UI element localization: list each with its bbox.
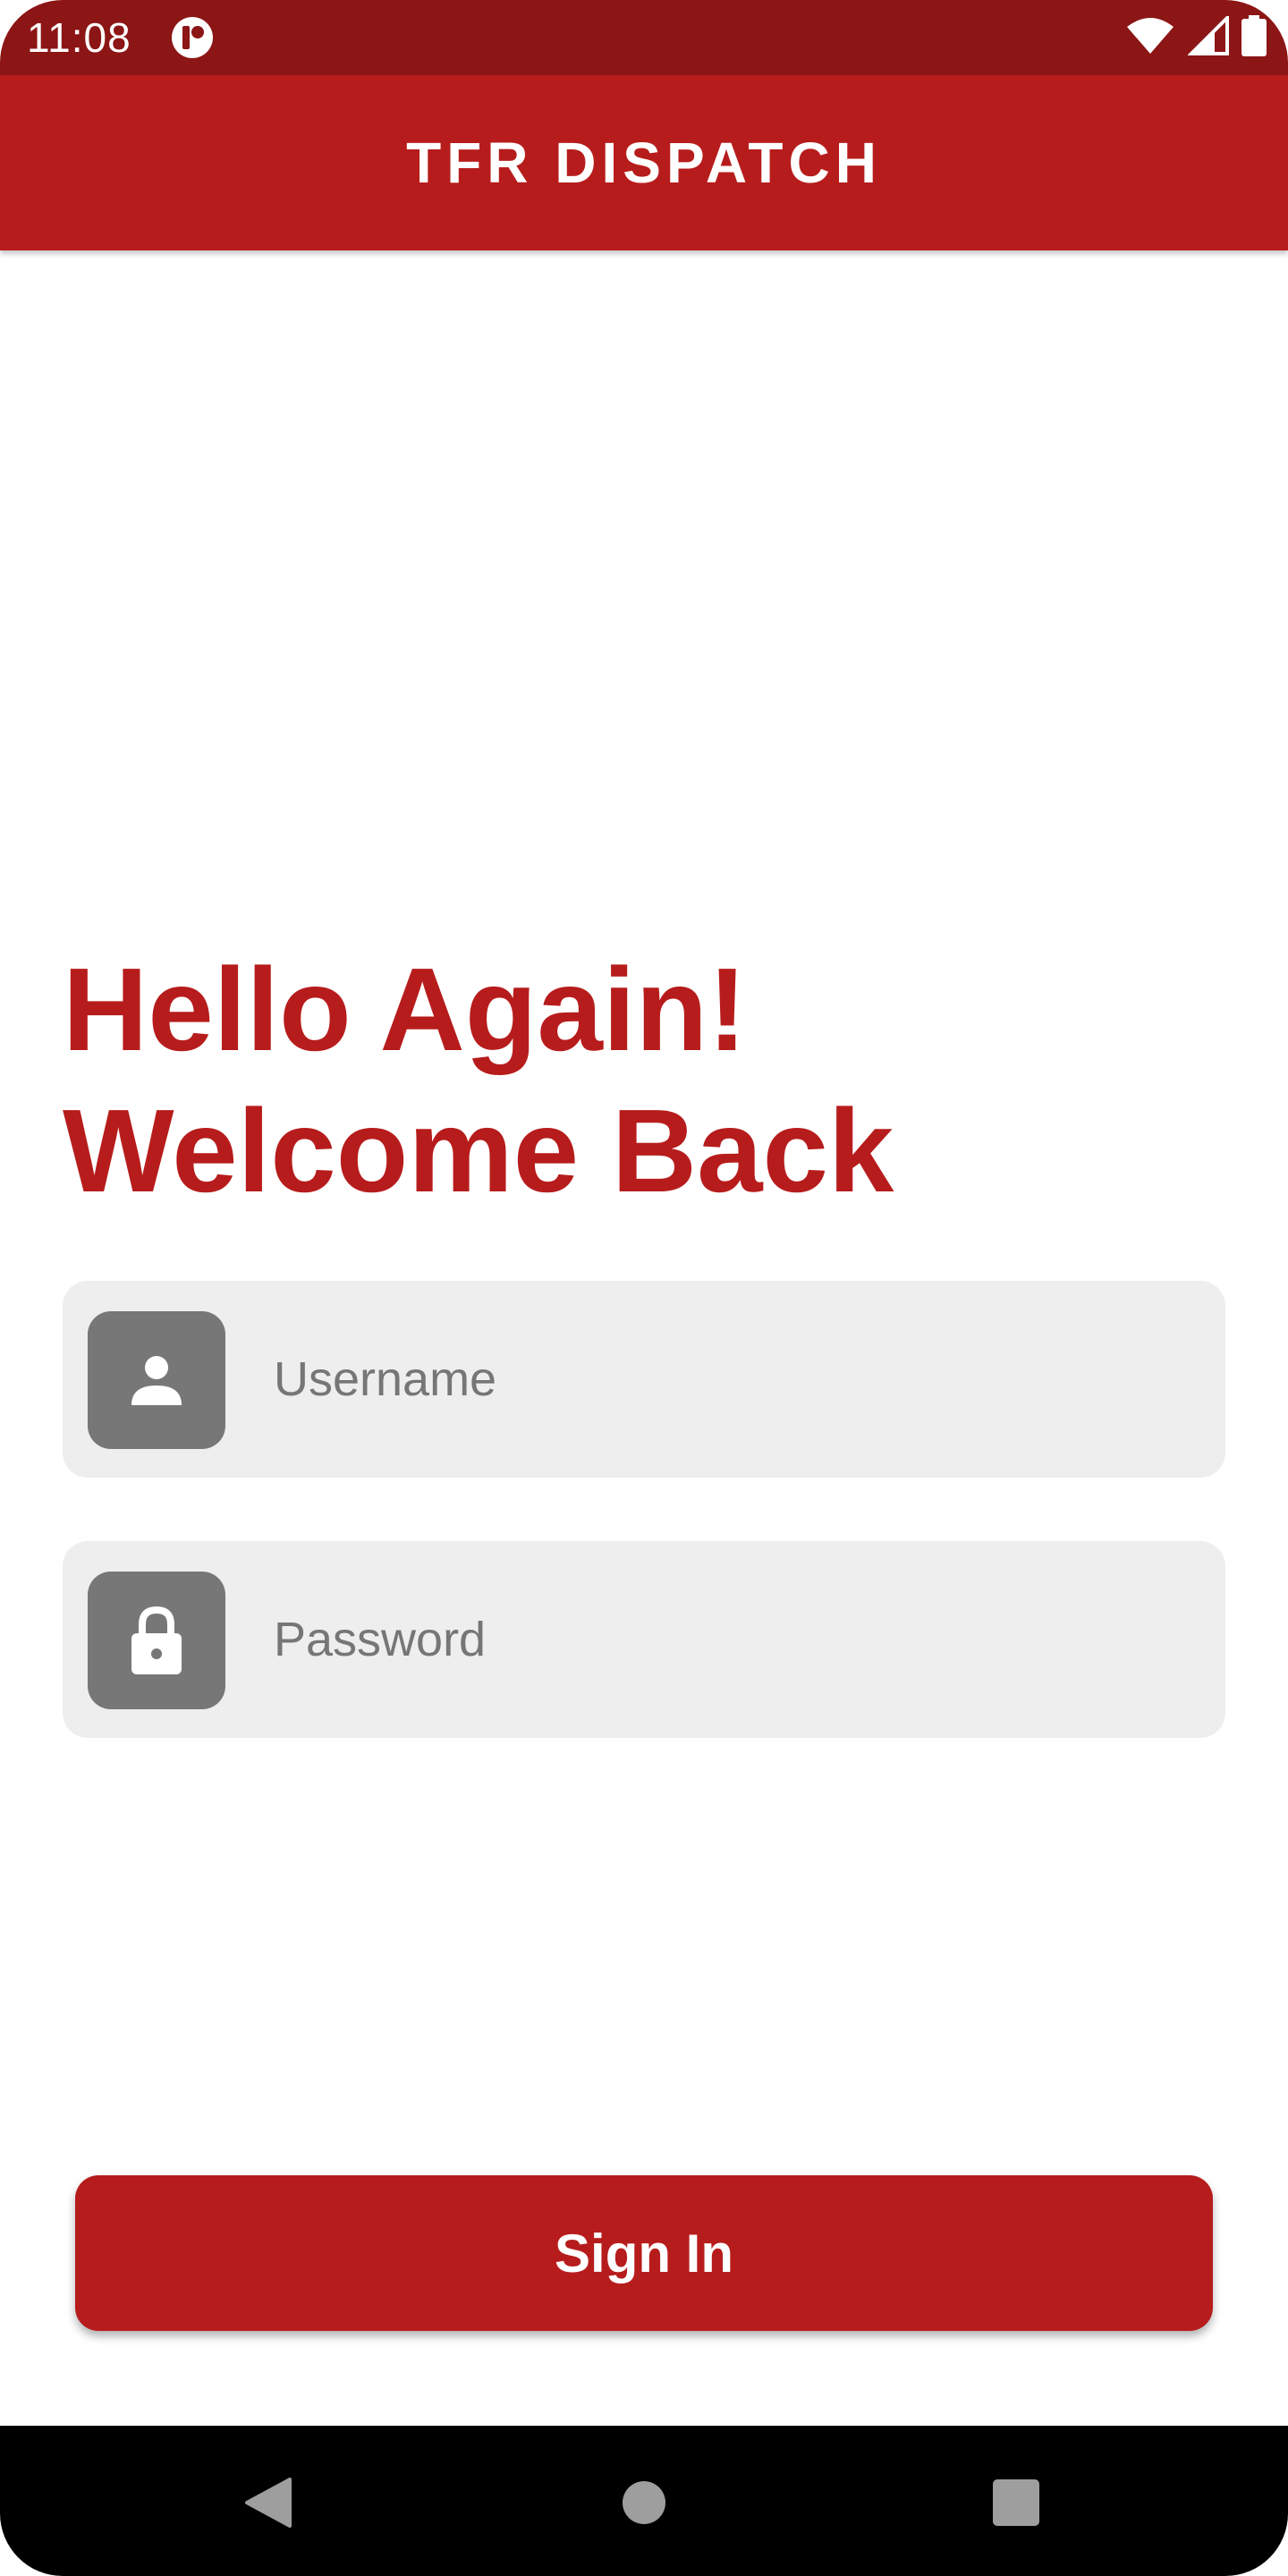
app-bar: TFR DISPATCH	[0, 75, 1288, 250]
password-input[interactable]	[274, 1586, 1186, 1693]
nav-bar	[0, 2426, 1288, 2576]
app-notification-icon	[170, 15, 215, 60]
password-field[interactable]	[63, 1541, 1225, 1738]
greeting-line-2: Welcome Back	[63, 1085, 894, 1216]
back-icon[interactable]	[234, 2469, 302, 2537]
sign-in-button[interactable]: Sign In	[75, 2175, 1213, 2331]
home-icon[interactable]	[610, 2469, 678, 2537]
battery-icon	[1241, 14, 1267, 61]
username-input[interactable]	[274, 1326, 1186, 1433]
wifi-icon	[1125, 16, 1175, 60]
app-title: TFR DISPATCH	[406, 131, 882, 195]
greeting-heading: Hello Again! Welcome Back	[63, 939, 894, 1222]
status-icons	[1125, 13, 1267, 61]
person-icon	[88, 1311, 225, 1449]
signal-icon	[1187, 13, 1229, 60]
greeting-line-1: Hello Again!	[63, 944, 748, 1075]
username-field[interactable]	[63, 1281, 1225, 1478]
recents-icon[interactable]	[982, 2469, 1050, 2537]
status-time: 11:08	[27, 14, 131, 61]
status-bar: 11:08	[0, 0, 1288, 75]
lock-icon	[88, 1572, 225, 1709]
